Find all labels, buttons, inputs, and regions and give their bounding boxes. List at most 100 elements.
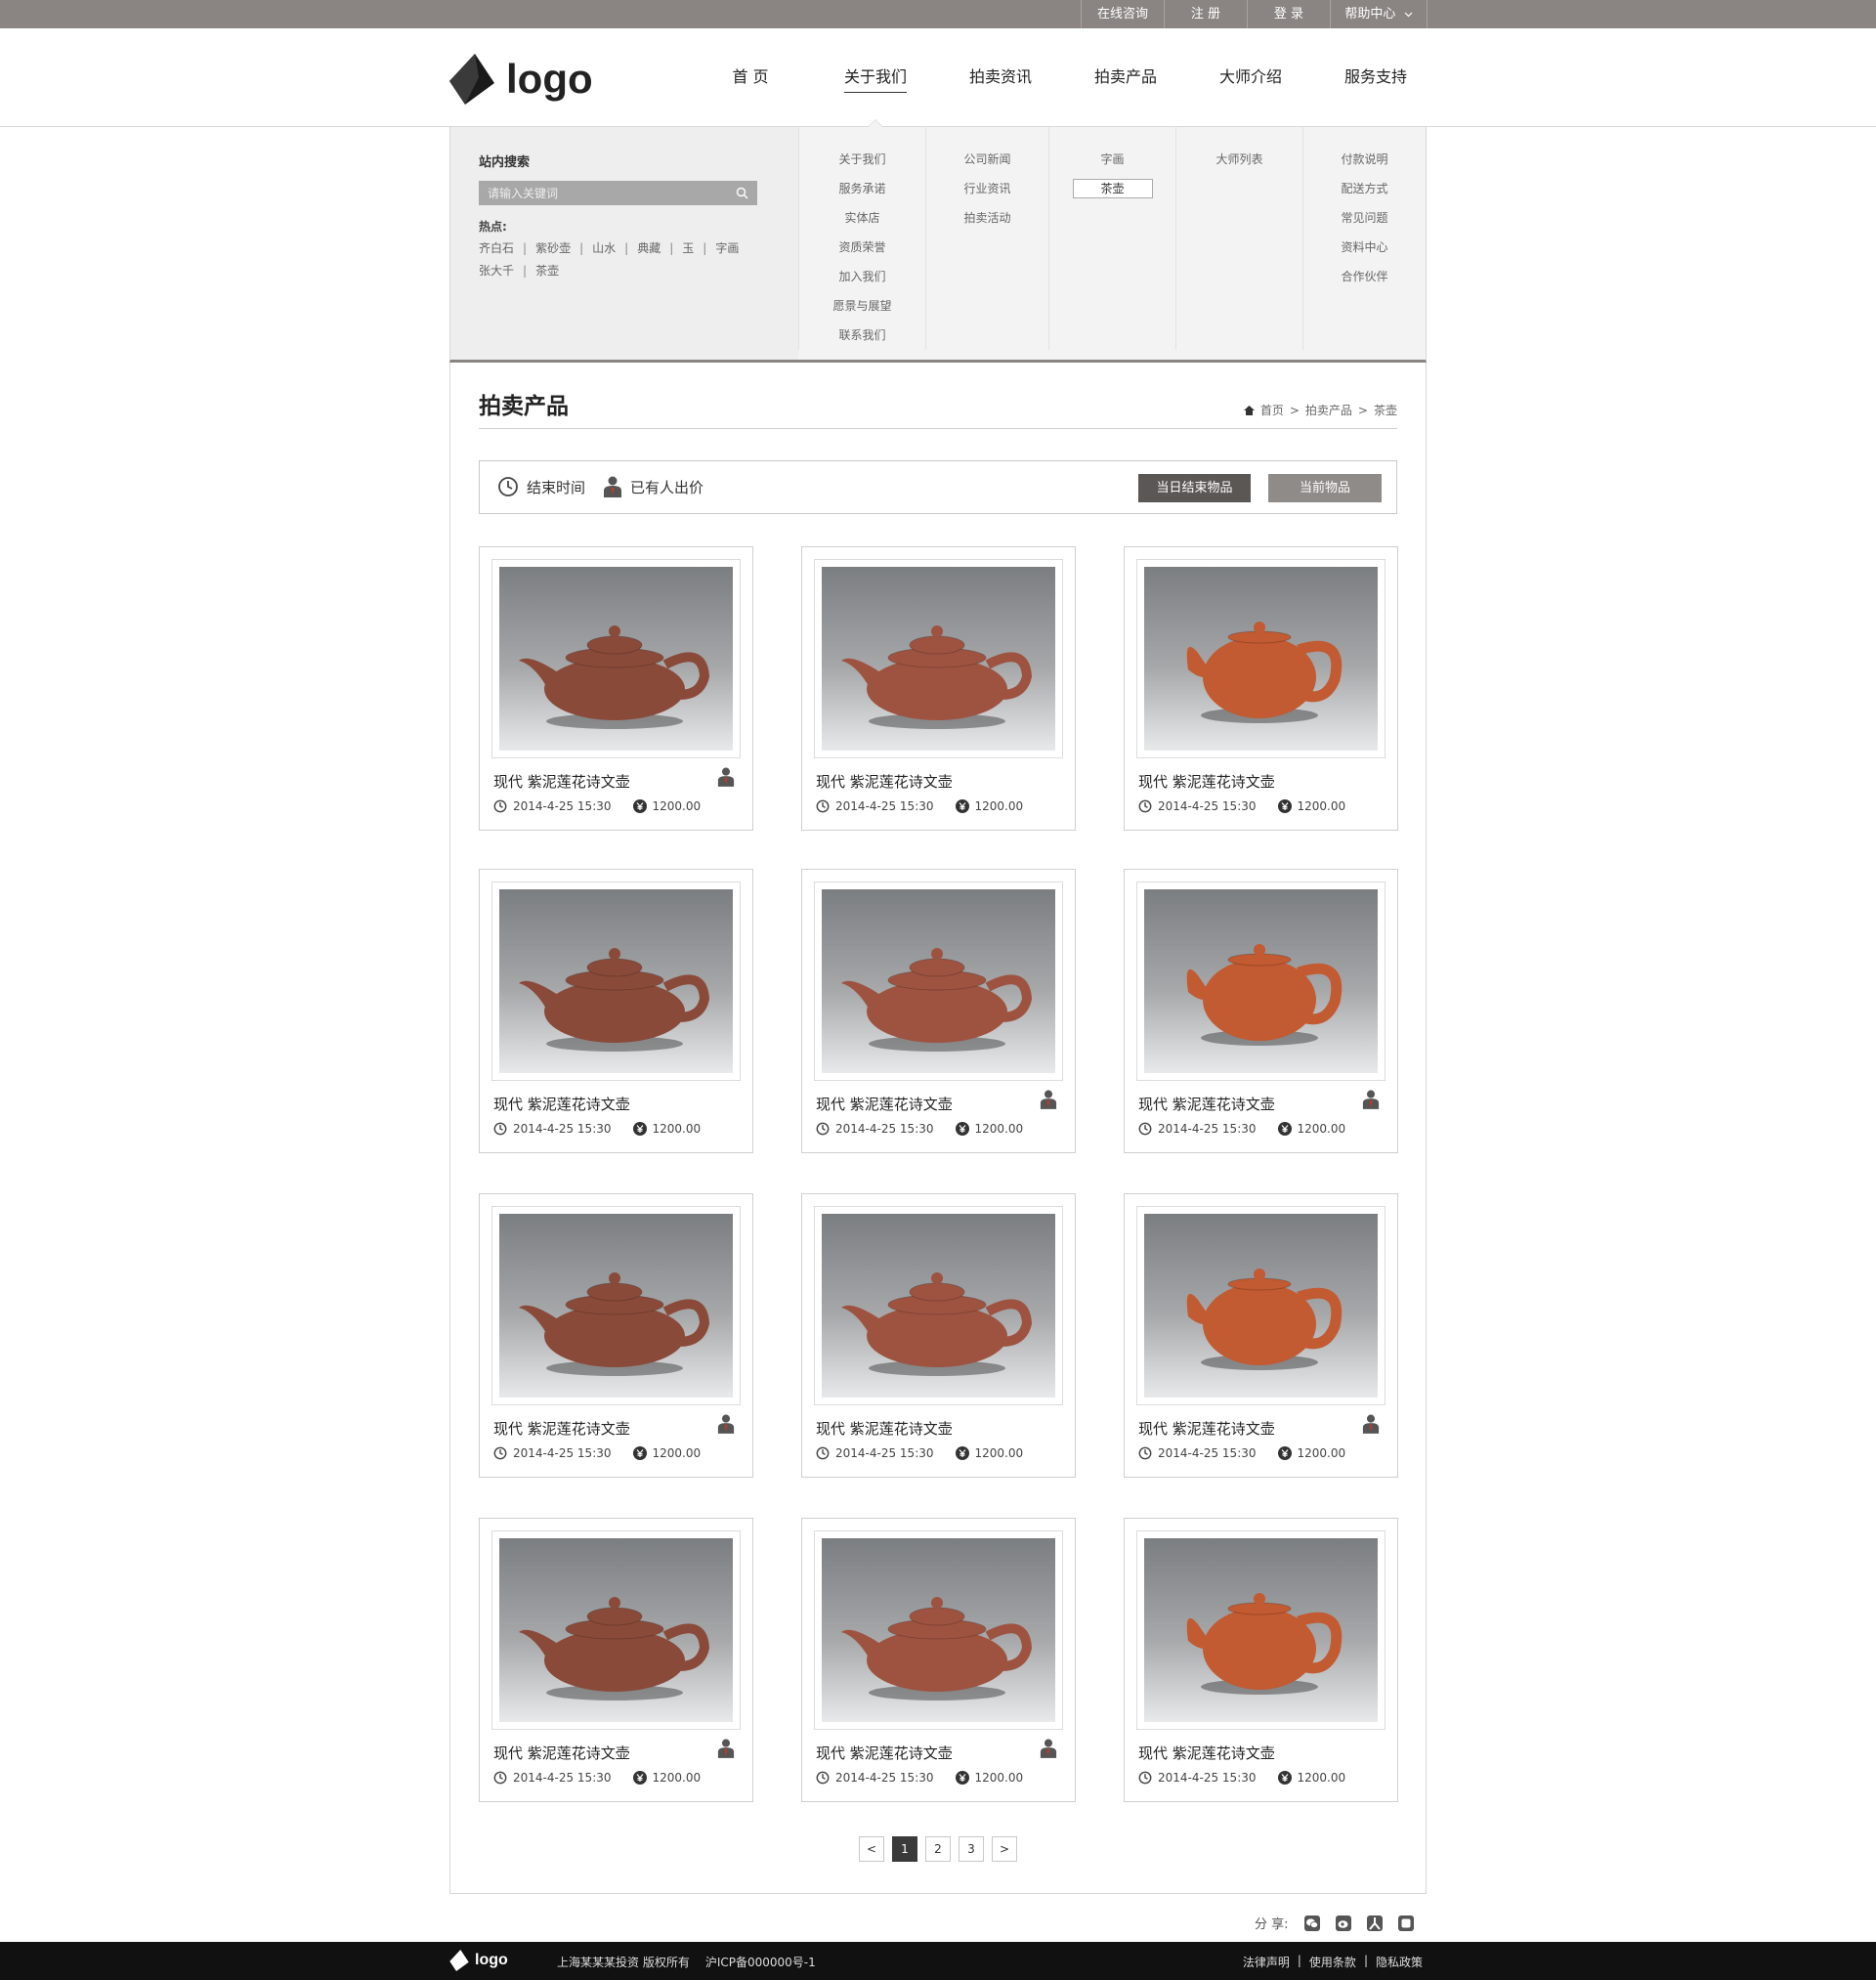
site-logo[interactable]: logo bbox=[449, 54, 593, 105]
ending-today-button[interactable]: 当日结束物品 bbox=[1138, 474, 1251, 502]
product-name[interactable]: 现代 紫泥莲花诗文壶 bbox=[493, 1094, 630, 1114]
product-name[interactable]: 现代 紫泥莲花诗文壶 bbox=[493, 1743, 630, 1763]
teapot-image bbox=[519, 1597, 710, 1700]
nav-about[interactable]: 关于我们 bbox=[813, 28, 938, 127]
product-image-frame[interactable] bbox=[491, 1530, 741, 1730]
product-image-frame[interactable] bbox=[1136, 1530, 1386, 1730]
page-button[interactable]: 3 bbox=[959, 1836, 984, 1862]
product-name[interactable]: 现代 紫泥莲花诗文壶 bbox=[1138, 1418, 1275, 1439]
hot-tag[interactable]: 山水 bbox=[592, 237, 616, 260]
menu-link[interactable]: 联系我们 bbox=[799, 321, 925, 350]
product-name[interactable]: 现代 紫泥莲花诗文壶 bbox=[816, 1743, 953, 1763]
online-consult-link[interactable]: 在线咨询 bbox=[1081, 0, 1164, 28]
legal-notice-link[interactable]: 法律声明 bbox=[1243, 1954, 1290, 1970]
footer-logo[interactable]: logo bbox=[449, 1950, 508, 1971]
page-button[interactable]: 2 bbox=[925, 1836, 951, 1862]
menu-link-selected[interactable]: 茶壶 bbox=[1049, 174, 1175, 203]
nav-masters[interactable]: 大师介绍 bbox=[1188, 28, 1313, 126]
nav-home[interactable]: 首 页 bbox=[688, 28, 813, 126]
menu-link[interactable]: 拍卖活动 bbox=[926, 203, 1048, 233]
wechat-icon[interactable] bbox=[1303, 1915, 1320, 1931]
product-image-frame[interactable] bbox=[814, 559, 1063, 758]
register-link[interactable]: 注 册 bbox=[1164, 0, 1247, 28]
terms-of-use-link[interactable]: 使用条款 bbox=[1309, 1954, 1356, 1970]
menu-link[interactable]: 合作伙伴 bbox=[1303, 262, 1426, 291]
product-card[interactable]: 现代 紫泥莲花诗文壶 2014-4-25 15:30 1200.00 bbox=[801, 1518, 1076, 1802]
privacy-policy-link[interactable]: 隐私政策 bbox=[1376, 1954, 1423, 1970]
search-input[interactable] bbox=[479, 181, 723, 205]
logo-mark-icon bbox=[449, 54, 494, 105]
hot-tag[interactable]: 字画 bbox=[715, 237, 739, 260]
product-card[interactable]: 现代 紫泥莲花诗文壶 2014-4-25 15:30 1200.00 bbox=[1124, 1193, 1398, 1478]
product-card[interactable]: 现代 紫泥莲花诗文壶 2014-4-25 15:30 1200.00 bbox=[1124, 869, 1398, 1153]
title-divider bbox=[479, 428, 1397, 429]
search-icon[interactable] bbox=[736, 187, 748, 199]
menu-link[interactable]: 公司新闻 bbox=[926, 145, 1048, 174]
menu-link[interactable]: 配送方式 bbox=[1303, 174, 1426, 203]
product-card[interactable]: 现代 紫泥莲花诗文壶 2014-4-25 15:30 1200.00 bbox=[479, 1193, 753, 1478]
menu-link[interactable]: 资料中心 bbox=[1303, 233, 1426, 262]
breadcrumb-item[interactable]: 首页 bbox=[1260, 402, 1284, 418]
menu-column-masters: 大师列表 bbox=[1175, 127, 1302, 350]
product-image-frame[interactable] bbox=[491, 559, 741, 758]
product-card[interactable]: 现代 紫泥莲花诗文壶 2014-4-25 15:30 1200.00 bbox=[479, 1518, 753, 1802]
current-items-button[interactable]: 当前物品 bbox=[1268, 474, 1382, 502]
product-image-frame[interactable] bbox=[1136, 882, 1386, 1081]
nav-auction-products[interactable]: 拍卖产品 bbox=[1063, 28, 1188, 126]
product-image-frame[interactable] bbox=[491, 882, 741, 1081]
menu-link[interactable]: 常见问题 bbox=[1303, 203, 1426, 233]
product-card[interactable]: 现代 紫泥莲花诗文壶 2014-4-25 15:30 1200.00 bbox=[479, 869, 753, 1153]
product-name[interactable]: 现代 紫泥莲花诗文壶 bbox=[816, 1094, 953, 1114]
teapot-image bbox=[519, 948, 710, 1052]
menu-link[interactable]: 加入我们 bbox=[799, 262, 925, 291]
product-name[interactable]: 现代 紫泥莲花诗文壶 bbox=[816, 771, 953, 792]
hot-tag[interactable]: 紫砂壶 bbox=[535, 237, 571, 260]
help-center-dropdown[interactable]: 帮助中心 bbox=[1330, 0, 1428, 28]
product-image-frame[interactable] bbox=[491, 1206, 741, 1405]
product-name[interactable]: 现代 紫泥莲花诗文壶 bbox=[1138, 771, 1275, 792]
hot-tag[interactable]: 典藏 bbox=[637, 237, 661, 260]
product-name[interactable]: 现代 紫泥莲花诗文壶 bbox=[816, 1418, 953, 1439]
menu-link[interactable]: 行业资讯 bbox=[926, 174, 1048, 203]
product-card[interactable]: 现代 紫泥莲花诗文壶 2014-4-25 15:30 1200.00 bbox=[479, 546, 753, 831]
hot-tag[interactable]: 茶壶 bbox=[535, 260, 559, 282]
menu-link[interactable]: 大师列表 bbox=[1176, 145, 1302, 174]
menu-link[interactable]: 愿景与展望 bbox=[799, 291, 925, 321]
product-image-frame[interactable] bbox=[814, 1530, 1063, 1730]
product-card[interactable]: 现代 紫泥莲花诗文壶 2014-4-25 15:30 1200.00 bbox=[801, 869, 1076, 1153]
product-name[interactable]: 现代 紫泥莲花诗文壶 bbox=[1138, 1094, 1275, 1114]
menu-link[interactable]: 关于我们 bbox=[799, 145, 925, 174]
product-card[interactable]: 现代 紫泥莲花诗文壶 2014-4-25 15:30 1200.00 bbox=[1124, 1518, 1398, 1802]
product-name[interactable]: 现代 紫泥莲花诗文壶 bbox=[493, 771, 630, 792]
divider: | bbox=[703, 241, 707, 255]
product-card[interactable]: 现代 紫泥莲花诗文壶 2014-4-25 15:30 1200.00 bbox=[801, 1193, 1076, 1478]
weibo-icon[interactable] bbox=[1335, 1915, 1351, 1931]
product-image-frame[interactable] bbox=[814, 882, 1063, 1081]
nav-service-support[interactable]: 服务支持 bbox=[1313, 28, 1438, 126]
qzone-icon[interactable] bbox=[1397, 1915, 1414, 1931]
menu-link[interactable]: 付款说明 bbox=[1303, 145, 1426, 174]
hot-tag[interactable]: 齐白石 bbox=[479, 237, 514, 260]
product-image bbox=[499, 567, 733, 751]
next-page-button[interactable]: > bbox=[992, 1836, 1017, 1862]
nav-auction-news[interactable]: 拍卖资讯 bbox=[938, 28, 1063, 126]
breadcrumb-item[interactable]: 拍卖产品 bbox=[1305, 402, 1352, 418]
product-image-frame[interactable] bbox=[814, 1206, 1063, 1405]
menu-link[interactable]: 服务承诺 bbox=[799, 174, 925, 203]
hot-tag[interactable]: 张大千 bbox=[479, 260, 514, 282]
product-image-frame[interactable] bbox=[1136, 1206, 1386, 1405]
product-name[interactable]: 现代 紫泥莲花诗文壶 bbox=[1138, 1743, 1275, 1763]
product-name[interactable]: 现代 紫泥莲花诗文壶 bbox=[493, 1418, 630, 1439]
menu-link[interactable]: 字画 bbox=[1049, 145, 1175, 174]
hot-tag[interactable]: 玉 bbox=[682, 237, 694, 260]
login-link[interactable]: 登 录 bbox=[1247, 0, 1330, 28]
renren-icon[interactable] bbox=[1366, 1915, 1383, 1931]
product-image-frame[interactable] bbox=[1136, 559, 1386, 758]
product-card[interactable]: 现代 紫泥莲花诗文壶 2014-4-25 15:30 1200.00 bbox=[1124, 546, 1398, 831]
menu-link[interactable]: 资质荣誉 bbox=[799, 233, 925, 262]
product-image bbox=[822, 1538, 1055, 1722]
page-button-current[interactable]: 1 bbox=[892, 1836, 917, 1862]
prev-page-button[interactable]: < bbox=[859, 1836, 884, 1862]
menu-link[interactable]: 实体店 bbox=[799, 203, 925, 233]
product-card[interactable]: 现代 紫泥莲花诗文壶 2014-4-25 15:30 1200.00 bbox=[801, 546, 1076, 831]
